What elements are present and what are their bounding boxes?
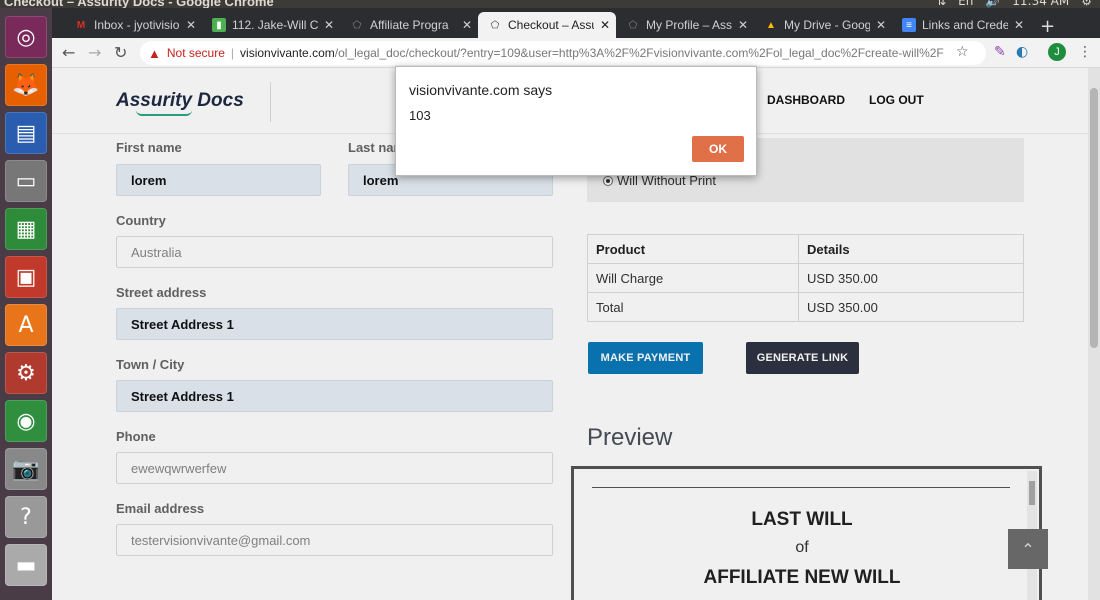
system-tray: ⇅ En 🔊 11:34 AM ⚙ — [936, 0, 1092, 8]
star-icon[interactable]: ☆ — [956, 44, 969, 60]
site-icon: ⬠ — [352, 19, 362, 31]
forward-icon[interactable]: → — [88, 43, 101, 62]
network-icon[interactable]: ⇅ — [936, 0, 946, 8]
tab-affiliate[interactable]: ⬠ Affiliate Progra ✕ — [340, 12, 478, 38]
close-icon[interactable]: ✕ — [186, 18, 196, 32]
trello-icon: ▮ — [212, 18, 226, 32]
new-tab-icon[interactable]: + — [1040, 16, 1055, 37]
alert-ok-button[interactable]: OK — [692, 136, 744, 162]
help-icon[interactable]: ? — [5, 496, 47, 538]
tab-checkout[interactable]: ⬠ Checkout – Assu ✕ — [478, 12, 616, 38]
drive-icon: ▲ — [766, 19, 776, 31]
alert-title: visionvivante.com says — [409, 82, 553, 98]
software-center-icon[interactable]: A — [5, 304, 47, 346]
chrome-icon[interactable]: ◉ — [5, 400, 47, 442]
back-icon[interactable]: ← — [62, 43, 75, 62]
settings-icon[interactable]: ⚙ — [1081, 0, 1092, 8]
close-icon[interactable]: ✕ — [1014, 18, 1024, 32]
files-icon[interactable]: ▭ — [5, 160, 47, 202]
alert-dialog: visionvivante.com says 103 OK — [395, 66, 757, 176]
system-settings-icon[interactable]: ⚙ — [5, 352, 47, 394]
clock[interactable]: 11:34 AM — [1012, 0, 1069, 8]
tab-links[interactable]: ≡ Links and Crede ✕ — [892, 12, 1030, 38]
alert-message: 103 — [409, 108, 431, 123]
firefox-icon[interactable]: 🦊 — [5, 64, 47, 106]
profile-avatar[interactable]: J — [1048, 43, 1066, 61]
unity-launcher: ◎ 🦊 ▤ ▭ ▦ ▣ A ⚙ ◉ 📷 ? ▬ — [0, 8, 52, 600]
tab-inbox[interactable]: M Inbox - jyotivisio ✕ — [64, 12, 202, 38]
gmail-icon: M — [76, 19, 86, 31]
not-secure-label[interactable]: Not secure — [167, 46, 225, 60]
site-icon: ⬠ — [628, 19, 638, 31]
close-icon[interactable]: ✕ — [738, 18, 748, 32]
close-icon[interactable]: ✕ — [876, 18, 886, 32]
reload-icon[interactable]: ↻ — [114, 43, 127, 62]
extension-icon[interactable]: ◐ — [1016, 44, 1028, 60]
url[interactable]: visionvivante.com/ol_legal_doc/checkout/… — [240, 46, 944, 60]
docs-icon: ≡ — [902, 18, 916, 32]
calc-icon[interactable]: ▦ — [5, 208, 47, 250]
menu-icon[interactable]: ⋮ — [1078, 44, 1092, 60]
address-bar[interactable]: ▲ Not secure | visionvivante.com/ol_lega… — [140, 41, 986, 65]
tab-my-drive[interactable]: ▲ My Drive - Goog ✕ — [754, 12, 892, 38]
pen-extension-icon[interactable]: ✎ — [994, 44, 1006, 60]
keyboard-indicator[interactable]: En — [958, 0, 973, 8]
separator: | — [230, 46, 235, 60]
close-icon[interactable]: ✕ — [462, 18, 472, 32]
ubuntu-logo-icon[interactable]: ◎ — [5, 16, 47, 58]
tab-jake-will[interactable]: ▮ 112. Jake-Will Ch ✕ — [202, 12, 340, 38]
browser-toolbar: ← → ↻ ▲ Not secure | visionvivante.com/o… — [52, 38, 1100, 68]
drive-icon[interactable]: ▬ — [5, 544, 47, 586]
writer-icon[interactable]: ▤ — [5, 112, 47, 154]
tab-my-profile[interactable]: ⬠ My Profile – Ass ✕ — [616, 12, 754, 38]
close-icon[interactable]: ✕ — [600, 18, 610, 32]
close-icon[interactable]: ✕ — [324, 18, 334, 32]
warning-icon[interactable]: ▲ — [148, 46, 161, 61]
impress-icon[interactable]: ▣ — [5, 256, 47, 298]
site-icon: ⬠ — [490, 19, 500, 31]
volume-icon[interactable]: 🔊 — [985, 0, 1000, 8]
os-top-bar: Checkout – Assurity Docs - Google Chrome… — [0, 0, 1100, 9]
camera-icon[interactable]: 📷 — [5, 448, 47, 490]
tab-strip: M Inbox - jyotivisio ✕ ▮ 112. Jake-Will … — [52, 8, 1100, 38]
